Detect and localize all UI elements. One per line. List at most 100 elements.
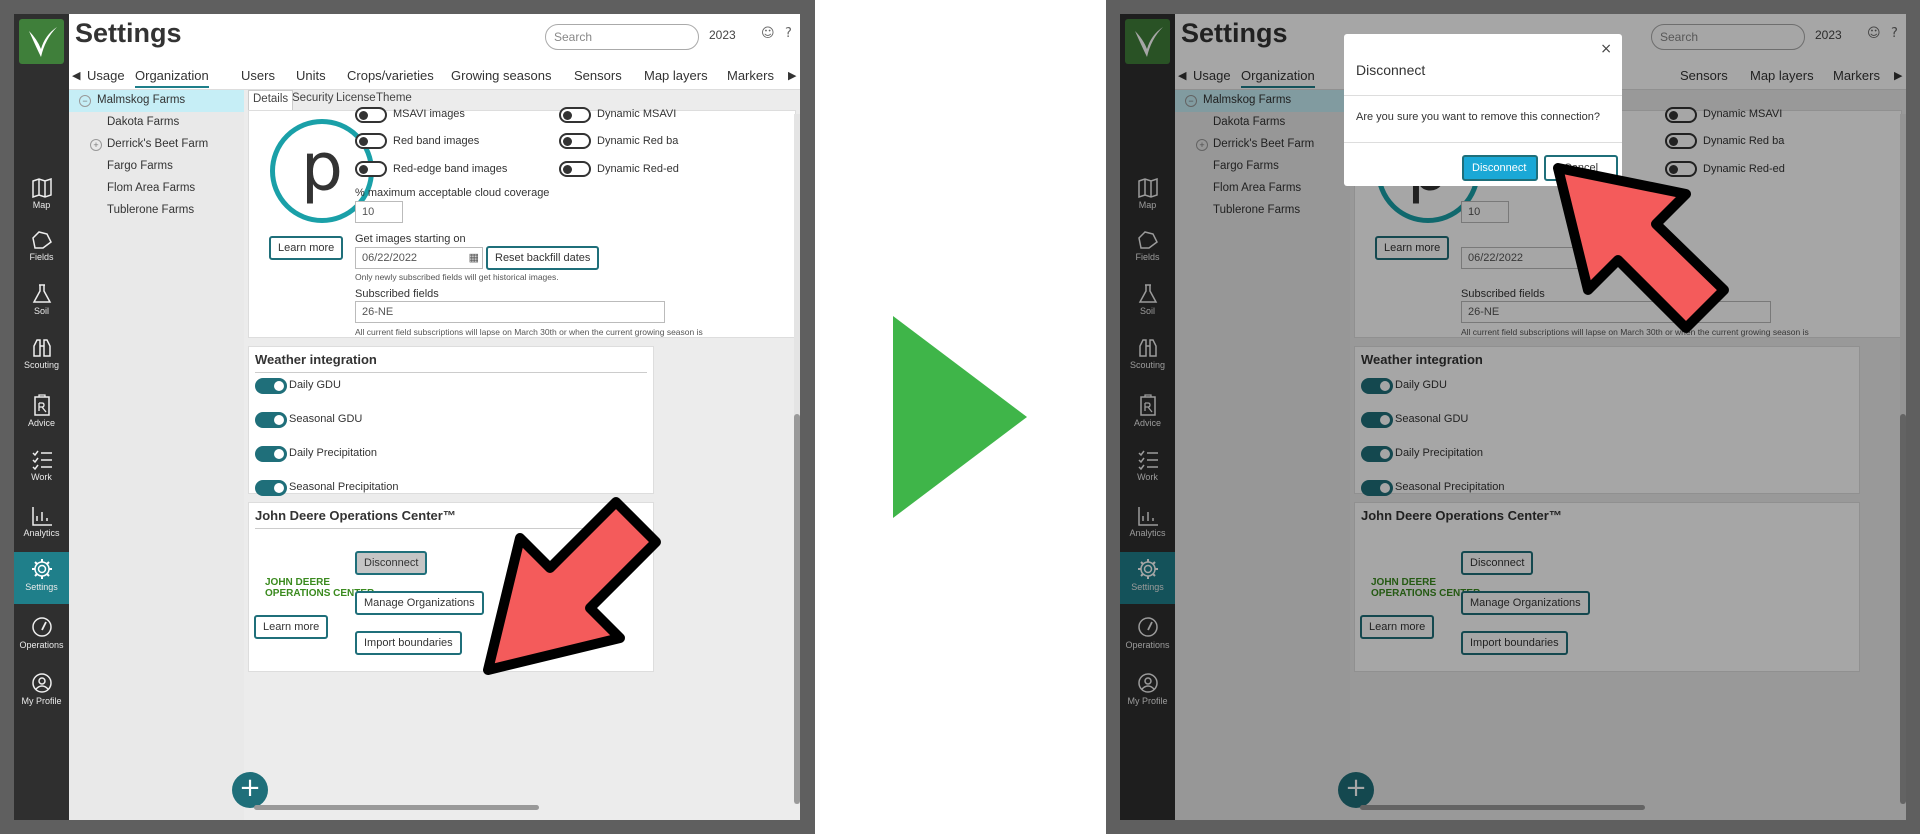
nav-analytics[interactable]: Analytics	[14, 500, 69, 552]
tree-item-tublerone[interactable]: Tublerone Farms	[69, 200, 244, 222]
divider	[1344, 142, 1622, 143]
nav-rail: Map Fields Soil Scouting Advice Work Ana…	[14, 14, 69, 820]
divider	[1344, 95, 1622, 96]
nav-settings[interactable]: Settings	[14, 552, 69, 604]
reset-backfill-button[interactable]: Reset backfill dates	[486, 246, 600, 270]
tab-growing-seasons[interactable]: Growing seasons	[451, 68, 551, 83]
jd-title: John Deere Operations Center™	[255, 508, 456, 523]
tab-sensors[interactable]: Sensors	[574, 68, 622, 83]
tab-scroll-left-icon[interactable]: ◀	[72, 69, 80, 82]
vertical-scrollbar[interactable]	[794, 114, 800, 804]
nav-fields[interactable]: Fields	[14, 224, 69, 276]
fields-label: Subscribed fields	[355, 288, 439, 300]
dialog-message: Are you sure you want to remove this con…	[1356, 111, 1600, 123]
nav-soil[interactable]: Soil	[14, 278, 69, 330]
tree-item-dakota[interactable]: Dakota Farms	[69, 112, 244, 134]
after-panel: Map Fields Soil Scouting Advice Work Ana…	[1106, 0, 1920, 834]
tree-item-fargo[interactable]: Fargo Farms	[69, 156, 244, 178]
subscribed-fields-input[interactable]: 26-NE	[355, 301, 665, 323]
smiley-icon[interactable]: ☺	[761, 26, 775, 41]
weather-card: Weather integration Daily GDU Seasonal G…	[248, 346, 654, 496]
dynamic-red-edge-toggle[interactable]	[559, 161, 591, 177]
seasonal-gdu-label: Seasonal GDU	[289, 413, 363, 425]
app-window: Map Fields Soil Scouting Advice Work Ana…	[14, 14, 800, 820]
subtab-security[interactable]: Security	[288, 90, 338, 110]
msavi-toggle[interactable]	[355, 107, 387, 123]
scroll-thumb[interactable]	[254, 805, 539, 810]
nav-label: Fields	[29, 252, 54, 262]
page-title: Settings	[75, 18, 182, 48]
seasonal-precip-toggle[interactable]	[255, 480, 287, 496]
pointer-arrow-icon	[1553, 163, 1729, 333]
nav-map[interactable]: Map	[14, 172, 69, 224]
transition-arrow-icon	[893, 316, 1027, 518]
imagery-learn-more-button[interactable]: Learn more	[269, 236, 344, 260]
tree-item-derricks[interactable]: + Derrick's Beet Farm	[69, 134, 244, 156]
start-date-input[interactable]: 06/22/2022 ▦	[355, 247, 483, 269]
red-band-toggle[interactable]	[355, 133, 387, 149]
user-icon	[31, 673, 52, 693]
red-edge-label: Red-edge band images	[393, 163, 508, 175]
nav-operations[interactable]: Operations	[14, 610, 69, 662]
nav-label: My Profile	[21, 696, 62, 706]
org-tree: − Malmskog Farms Dakota Farms + Derrick'…	[69, 90, 244, 820]
dynamic-msavi-toggle[interactable]	[559, 107, 591, 123]
close-icon[interactable]: ×	[1600, 41, 1612, 57]
tab-scroll-right-icon[interactable]: ▶	[788, 69, 796, 82]
nav-label: Work	[31, 472, 52, 482]
red-edge-toggle[interactable]	[355, 161, 387, 177]
help-icon[interactable]: ?	[785, 26, 792, 41]
season-year[interactable]: 2023	[709, 28, 736, 42]
daily-gdu-label: Daily GDU	[289, 379, 341, 391]
app-logo-icon[interactable]	[19, 19, 64, 64]
tab-users[interactable]: Users	[241, 68, 275, 83]
tab-markers[interactable]: Markers	[727, 68, 774, 83]
tab-usage[interactable]: Usage	[87, 68, 125, 83]
tree-item-malmskog[interactable]: − Malmskog Farms	[69, 90, 244, 112]
nav-label: Operations	[19, 640, 64, 650]
divider	[255, 372, 647, 373]
nav-work[interactable]: Work	[14, 444, 69, 496]
start-note: Only newly subscribed fields will get hi…	[355, 272, 559, 282]
calendar-icon[interactable]: ▦	[469, 251, 479, 264]
scroll-thumb[interactable]	[794, 414, 800, 804]
flask-icon	[32, 284, 51, 303]
collapse-icon[interactable]: −	[79, 95, 91, 107]
dynamic-red-toggle[interactable]	[559, 133, 591, 149]
nav-label: Advice	[27, 418, 55, 428]
jd-logo-line: JOHN DEERE	[265, 577, 331, 588]
tree-item-flom[interactable]: Flom Area Farms	[69, 178, 244, 200]
nav-label: Map	[32, 200, 51, 210]
search-input[interactable]: Search	[545, 24, 699, 50]
seasonal-gdu-toggle[interactable]	[255, 412, 287, 428]
daily-precip-toggle[interactable]	[255, 446, 287, 462]
tab-crops[interactable]: Crops/varieties	[347, 68, 434, 83]
manage-organizations-button[interactable]: Manage Organizations	[355, 591, 484, 615]
tree-label: Derrick's Beet Farm	[107, 138, 209, 150]
confirm-disconnect-button[interactable]: Disconnect	[1462, 155, 1538, 181]
nav-label: Settings	[25, 582, 58, 592]
tab-map-layers[interactable]: Map layers	[644, 68, 708, 83]
disconnect-button[interactable]: Disconnect	[355, 551, 428, 575]
dynamic-red-edge-label: Dynamic Red-ed	[597, 163, 679, 175]
weather-title: Weather integration	[255, 352, 377, 367]
tree-label: Flom Area Farms	[107, 182, 196, 194]
cloud-input[interactable]: 10	[355, 201, 403, 223]
tree-label: Malmskog Farms	[97, 94, 186, 106]
import-boundaries-button[interactable]: Import boundaries	[355, 631, 462, 655]
nav-my-profile[interactable]: My Profile	[14, 666, 69, 718]
jd-learn-more-button[interactable]: Learn more	[254, 615, 329, 639]
subtab-details[interactable]: Details	[248, 90, 294, 110]
subtab-bar: Details Security License Theme	[244, 90, 800, 110]
tab-units[interactable]: Units	[296, 68, 326, 83]
tab-organization[interactable]: Organization	[135, 68, 209, 88]
horizontal-scrollbar[interactable]	[244, 802, 800, 812]
expand-icon[interactable]: +	[90, 139, 102, 151]
daily-gdu-toggle[interactable]	[255, 378, 287, 394]
pointer-arrow-icon	[483, 497, 661, 675]
msavi-label: MSAVI images	[393, 108, 465, 120]
nav-scouting[interactable]: Scouting	[14, 332, 69, 384]
gear-icon	[31, 559, 52, 579]
chart-icon	[31, 507, 52, 526]
nav-advice[interactable]: Advice	[14, 388, 69, 440]
